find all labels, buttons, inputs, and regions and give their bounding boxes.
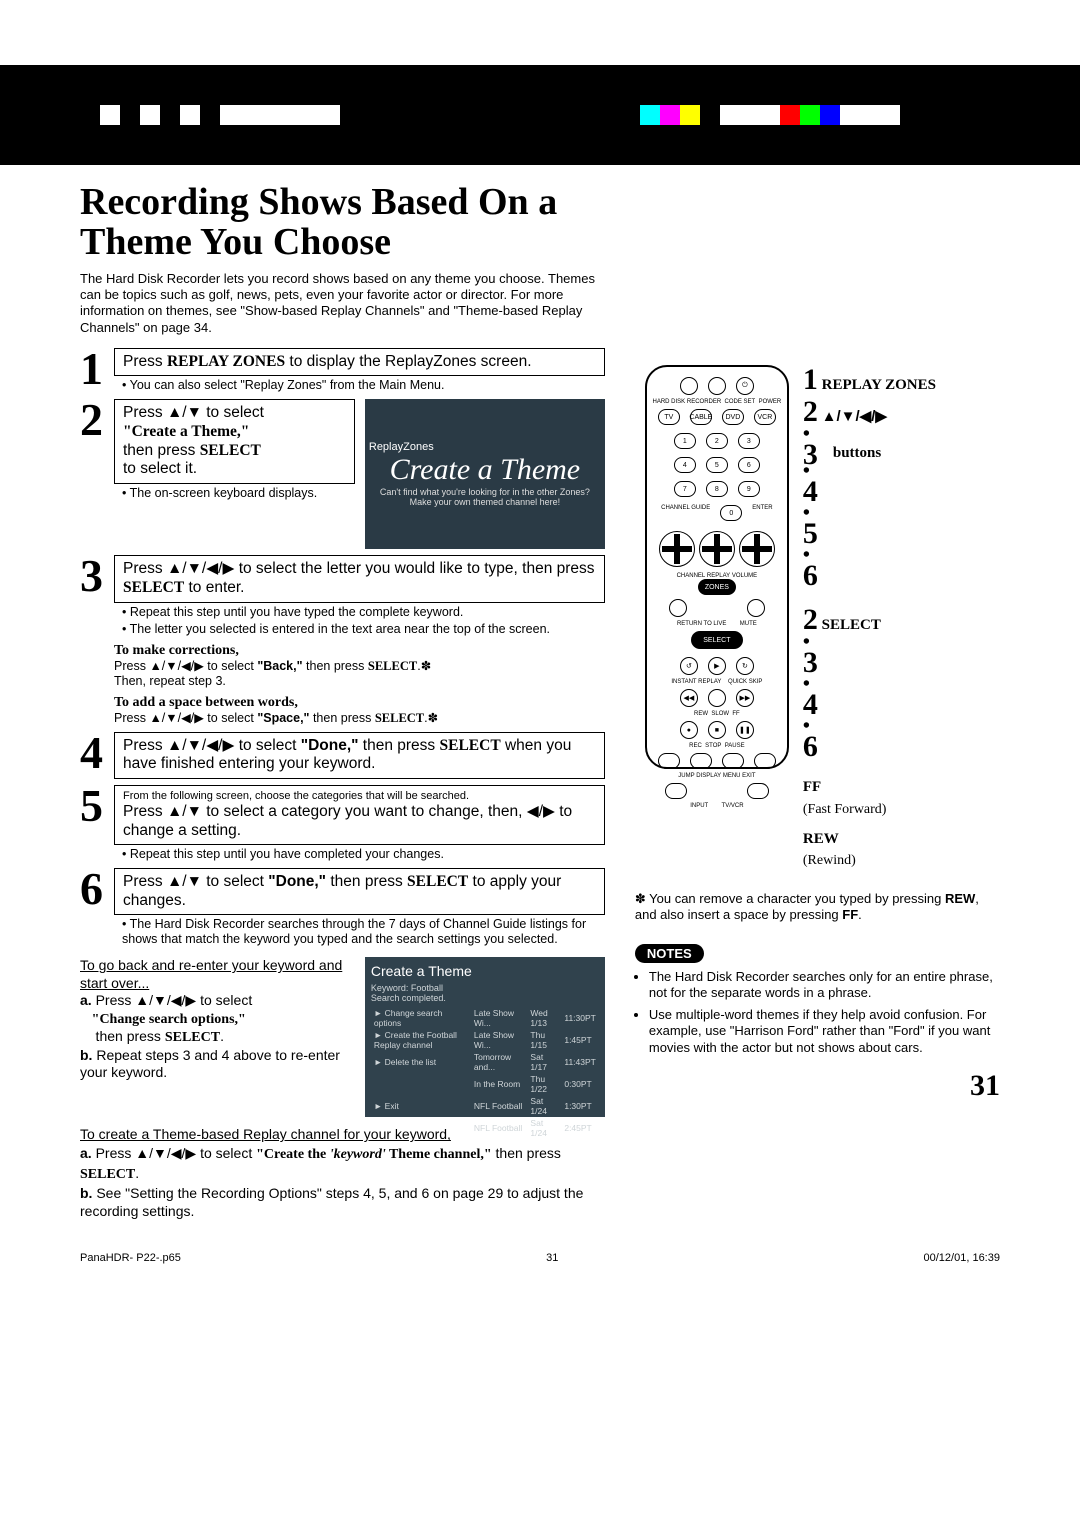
footer: PanaHDR- P22-.p65 31 00/12/01, 16:39 bbox=[0, 1240, 1080, 1304]
goback-item-a: a. Press ▲/▼/◀/▶ to select "Change searc… bbox=[80, 992, 353, 1047]
page-title: Recording Shows Based On a Theme You Cho… bbox=[80, 183, 605, 263]
remote-hdr-button bbox=[680, 377, 698, 395]
step-3-note-1: • Repeat this step until you have typed … bbox=[114, 605, 605, 620]
remote-instant-replay: ↺ bbox=[680, 657, 698, 675]
remote-stop: ■ bbox=[708, 721, 726, 739]
remote-rec: ● bbox=[680, 721, 698, 739]
remote-ff: ▶▶ bbox=[736, 689, 754, 707]
step-number-4: 4 bbox=[80, 732, 114, 773]
corrections-text: Press ▲/▼/◀/▶ to select "Back," then pre… bbox=[114, 659, 605, 689]
remote-quickskip: ↻ bbox=[736, 657, 754, 675]
notes-badge: NOTES bbox=[635, 944, 704, 963]
footer-timestamp: 00/12/01, 16:39 bbox=[924, 1252, 1000, 1264]
createtheme-item-b: b. See "Setting the Recording Options" s… bbox=[80, 1184, 605, 1220]
step-2-box: Press ▲/▼ to select "Create a Theme," th… bbox=[114, 399, 355, 483]
remote-annotations: 1 REPLAY ZONES 2 ▲/▼/◀/▶ • 3 buttons • 4… bbox=[803, 365, 936, 871]
remote-zones-button: ZONES bbox=[698, 579, 736, 595]
crop-mark-icon: ◈ bbox=[500, 103, 515, 128]
registration-color-bar bbox=[80, 105, 1000, 125]
remote-play: ▶ bbox=[708, 657, 726, 675]
step-number-6: 6 bbox=[80, 868, 114, 909]
goback-heading: To go back and re-enter your keyword and… bbox=[80, 957, 353, 992]
remote-mute-button bbox=[747, 599, 765, 617]
corrections-heading: To make corrections, bbox=[114, 643, 605, 659]
remote-replay-rocker bbox=[699, 531, 735, 567]
notes-list: The Hard Disk Recorder searches only for… bbox=[635, 969, 1000, 1056]
remote-rew: ◀◀ bbox=[680, 689, 698, 707]
space-heading: To add a space between words, bbox=[114, 695, 605, 711]
remote-pause: ❚❚ bbox=[736, 721, 754, 739]
note-item: Use multiple-word themes if they help av… bbox=[649, 1007, 1000, 1056]
note-item: The Hard Disk Recorder searches only for… bbox=[649, 969, 1000, 1002]
step-5-box: From the following screen, choose the ca… bbox=[114, 785, 605, 845]
remote-select-button: SELECT bbox=[691, 631, 743, 649]
remote-volume-rocker bbox=[739, 531, 775, 567]
remote-return-button bbox=[669, 599, 687, 617]
step-2-note: • The on-screen keyboard displays. bbox=[114, 486, 355, 501]
step-number-2: 2 bbox=[80, 399, 114, 440]
step-6-note: • The Hard Disk Recorder searches throug… bbox=[114, 917, 605, 947]
step-5-note: • Repeat this step until you have comple… bbox=[114, 847, 605, 862]
remote-diagram: ⏻ HARD DISK RECORDER CODE SET POWER TVCA… bbox=[645, 365, 789, 769]
step-number-5: 5 bbox=[80, 785, 114, 826]
goback-item-b: b. Repeat steps 3 and 4 above to re-ente… bbox=[80, 1047, 353, 1082]
step-number-3: 3 bbox=[80, 555, 114, 596]
createtheme-item-a: a. Press ▲/▼/◀/▶ to select "Create the '… bbox=[80, 1144, 605, 1184]
page-number: 31 bbox=[635, 1069, 1000, 1103]
remote-power-button: ⏻ bbox=[736, 377, 754, 395]
remote-codeset-button bbox=[708, 377, 726, 395]
step-1-note: • You can also select "Replay Zones" fro… bbox=[114, 378, 605, 393]
step-1-box: Press REPLAY ZONES to display the Replay… bbox=[114, 348, 605, 377]
asterisk-note: ✽ You can remove a character you typed b… bbox=[635, 891, 1000, 924]
remote-channel-rocker bbox=[659, 531, 695, 567]
space-text: Press ▲/▼/◀/▶ to select "Space," then pr… bbox=[114, 711, 605, 726]
step-4-box: Press ▲/▼/◀/▶ to select "Done," then pre… bbox=[114, 732, 605, 779]
footer-filename: PanaHDR- P22-.p65 bbox=[80, 1252, 181, 1264]
screenshot-create-theme: Create a Theme Keyword: Football Search … bbox=[365, 957, 605, 1117]
step-number-1: 1 bbox=[80, 348, 114, 389]
screenshot-replayzones: ReplayZones Create a Theme Can't find wh… bbox=[365, 399, 605, 549]
step-6-box: Press ▲/▼ to select "Done," then press S… bbox=[114, 868, 605, 915]
remote-slow bbox=[708, 689, 726, 707]
step-3-box: Press ▲/▼/◀/▶ to select the letter you w… bbox=[114, 555, 605, 602]
step-3-note-2: • The letter you selected is entered in … bbox=[114, 622, 605, 637]
intro-text: The Hard Disk Recorder lets you record s… bbox=[80, 271, 605, 336]
footer-page: 31 bbox=[546, 1252, 558, 1264]
